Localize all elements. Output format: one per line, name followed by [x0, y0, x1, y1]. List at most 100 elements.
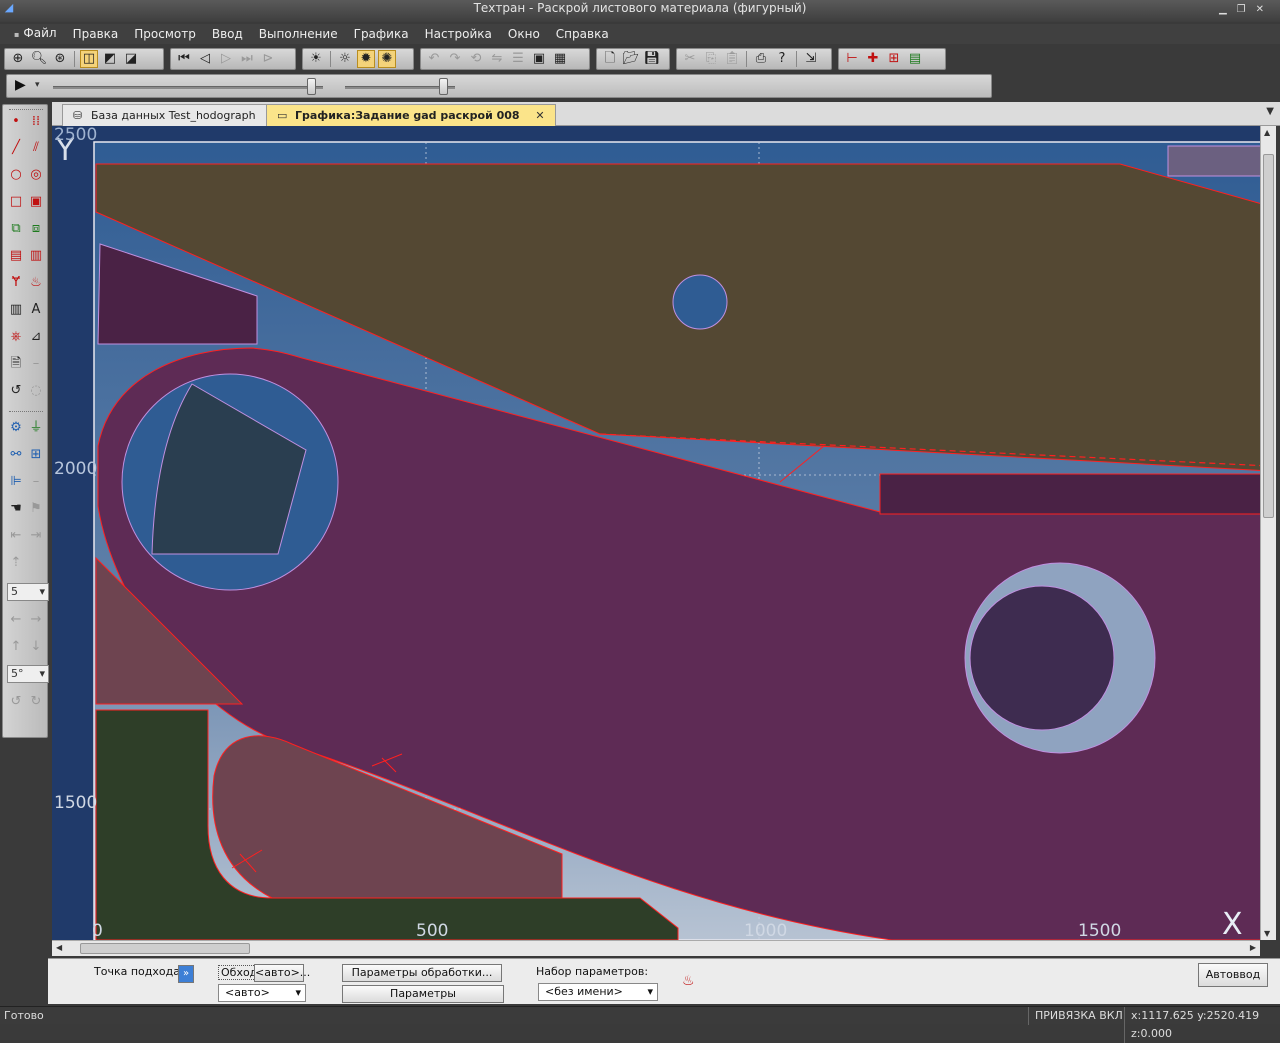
rectangle-offset-icon[interactable]: ▣ [27, 193, 45, 211]
transform-icon[interactable]: ⎈ [7, 328, 25, 346]
restore-icon[interactable]: ❐ [1237, 4, 1256, 15]
play-dropdown-icon[interactable]: ▾ [35, 80, 40, 90]
bypass-button[interactable]: <авто>... [254, 964, 310, 982]
playback-speed-slider-track[interactable] [53, 86, 323, 89]
playback-speed-slider-thumb[interactable] [307, 78, 316, 95]
processing-params-button[interactable]: Параметры обработки... [342, 964, 502, 982]
concentric-circle-icon[interactable]: ◎ [27, 166, 45, 184]
menu-window[interactable]: Окно [500, 24, 548, 44]
part-plum-bar[interactable] [879, 473, 1270, 515]
close-icon[interactable]: ✕ [1256, 4, 1274, 15]
move-up-icon[interactable]: ⇡ [7, 554, 25, 572]
scroll-right-icon[interactable]: ▶ [1250, 943, 1256, 952]
tab-close-icon[interactable]: ✕ [535, 109, 544, 122]
table-icon[interactable]: ▤ [7, 247, 25, 265]
part-small-slot[interactable] [1167, 145, 1270, 177]
layout-icon[interactable]: ⊞ [885, 50, 903, 68]
menu-settings[interactable]: Настройка [417, 24, 500, 44]
point-icon[interactable]: • [7, 113, 25, 131]
align-dash-icon[interactable]: – [27, 473, 45, 491]
tab-graphics[interactable]: ▭ Графика:Задание gad раскрой 008 ✕ [266, 104, 556, 126]
grid-icon[interactable]: ▦ [551, 50, 569, 68]
flag-icon[interactable]: ⚑ [27, 500, 45, 518]
contour-icon[interactable]: ⧉ [7, 220, 25, 238]
line-icon[interactable]: ╱ [7, 139, 25, 157]
light-toggle-icon[interactable]: ✹ [357, 50, 375, 68]
rotate-cw-icon[interactable]: ↻ [27, 693, 45, 711]
app-icon[interactable]: ◢ [2, 2, 16, 14]
minus-icon[interactable]: – [27, 355, 45, 373]
rotate-icon[interactable]: ⟲ [467, 50, 485, 68]
view-3d-iso-icon[interactable]: ◩ [101, 50, 119, 68]
document-icon[interactable]: 🗎︎ [7, 355, 25, 373]
copy-icon[interactable]: ⎘ [702, 50, 720, 68]
undo-icon[interactable]: ↶ [425, 50, 443, 68]
scroll-down-icon[interactable]: ▼ [1264, 929, 1270, 938]
scroll-left-icon[interactable]: ◀ [56, 943, 62, 952]
flame-icon[interactable]: ♨ [27, 274, 45, 292]
view-3d-side-icon[interactable]: ◪ [122, 50, 140, 68]
zoom-icon[interactable]: 🔍︎ [30, 50, 48, 68]
play-icon[interactable]: ▶ [15, 77, 26, 93]
align-icon[interactable]: ☰ [509, 50, 527, 68]
scroll-up-icon[interactable]: ▲ [1264, 128, 1270, 137]
arrow-down-icon[interactable]: ↓ [27, 638, 45, 656]
move-right-icon[interactable]: ⇥ [27, 527, 45, 545]
flame-icon[interactable]: ♨ [682, 973, 695, 989]
hole-circle-top[interactable] [672, 274, 728, 330]
table-edit-icon[interactable]: ▥ [27, 247, 45, 265]
vertical-scrollbar[interactable]: ▲ ▼ [1260, 126, 1276, 940]
save-icon[interactable]: 💾︎ [643, 50, 661, 68]
vertical-scroll-thumb[interactable] [1263, 154, 1274, 518]
minimize-icon[interactable]: ▁ [1219, 4, 1237, 15]
clear-icon[interactable]: ◌ [27, 382, 45, 400]
prev-frame-icon[interactable]: ◁ [196, 50, 214, 68]
settings-gear-icon[interactable]: ⚙ [7, 419, 25, 437]
arrow-right-icon[interactable]: → [27, 611, 45, 629]
angle-combo[interactable]: 5° [7, 665, 49, 683]
text-icon[interactable]: A [27, 301, 45, 319]
rotate-ccw-icon[interactable]: ↺ [7, 693, 25, 711]
rectangle-icon[interactable]: □ [7, 193, 25, 211]
param-set-select[interactable]: <без имени> [538, 983, 658, 1001]
help-pointer-icon[interactable]: ? [773, 50, 791, 68]
cut-path-icon[interactable]: ✚ [864, 50, 882, 68]
point-array-icon[interactable]: ⁞⁞ [27, 113, 45, 131]
light-settings-icon[interactable]: ☼ [336, 50, 354, 68]
align-left-icon[interactable]: ⊫ [7, 473, 25, 491]
tool-icon[interactable]: Ɏ [7, 274, 25, 292]
layers-icon[interactable]: ▥ [7, 301, 25, 319]
step-icon[interactable]: ⊳ [259, 50, 277, 68]
equidistant-params-button[interactable]: Параметры эквидистанты... [342, 985, 504, 1016]
move-left-icon[interactable]: ⇤ [7, 527, 25, 545]
circle-icon[interactable]: ○ [7, 166, 25, 184]
light-icon[interactable]: ☀ [307, 50, 325, 68]
first-frame-icon[interactable]: ⏮ [175, 50, 193, 68]
menu-run[interactable]: Выполнение [251, 24, 346, 44]
arrow-up-icon[interactable]: ↑ [7, 638, 25, 656]
horizontal-scrollbar[interactable]: ◀ ▶ [52, 940, 1260, 956]
new-file-icon[interactable]: 🗋︎ [601, 50, 619, 68]
part-circle-inner[interactable] [969, 585, 1115, 731]
image-icon[interactable]: ▣ [530, 50, 548, 68]
last-frame-icon[interactable]: ⏭ [238, 50, 256, 68]
paste-icon[interactable]: 📋︎ [723, 50, 741, 68]
measure-icon[interactable]: ⊿ [27, 328, 45, 346]
menu-graphics[interactable]: Графика [346, 24, 417, 44]
playback-position-slider-thumb[interactable] [439, 78, 448, 95]
next-frame-icon[interactable]: ▷ [217, 50, 235, 68]
grid-snap-icon[interactable]: ⊞ [27, 446, 45, 464]
connect-icon[interactable]: ⚯ [7, 446, 25, 464]
bypass-select[interactable]: <авто> [218, 984, 306, 1002]
contour-copy-icon[interactable]: ⧈ [27, 220, 45, 238]
zoom-fit-icon[interactable]: ⊛ [51, 50, 69, 68]
hand-icon[interactable]: ☚ [7, 500, 25, 518]
graphics-canvas[interactable]: Y X 2500 2000 1500 0 500 1000 1500 [52, 126, 1270, 940]
approach-point-button[interactable]: » [178, 965, 194, 983]
filter-icon[interactable]: ⏚ [27, 419, 45, 437]
dimension-icon[interactable]: ⊢ [843, 50, 861, 68]
parallel-lines-icon[interactable]: ⫽ [27, 139, 45, 157]
open-folder-icon[interactable]: 📂︎ [622, 50, 640, 68]
tab-database[interactable]: ⛁ База данных Test_hodograph [62, 104, 267, 126]
print-icon[interactable]: ⎙ [752, 50, 770, 68]
